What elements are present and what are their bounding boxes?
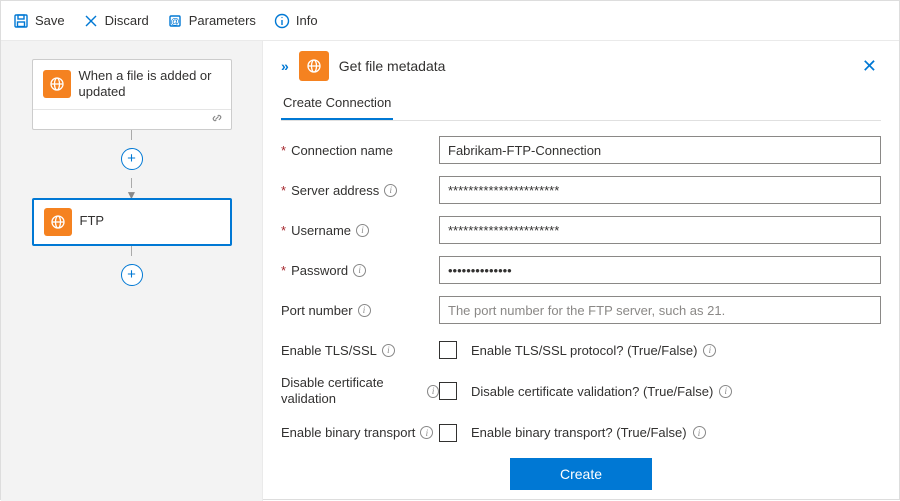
discard-icon (83, 13, 99, 29)
tab-create-connection[interactable]: Create Connection (281, 89, 393, 120)
discard-label: Discard (105, 13, 149, 28)
details-panel: » Get file metadata ✕ Create Connection … (263, 41, 899, 501)
svg-text:@: @ (170, 16, 179, 26)
toolbar: Save Discard @ Parameters Info (1, 1, 899, 41)
tls-label: Enable TLS/SSL (281, 343, 377, 358)
info-icon[interactable]: i (693, 426, 706, 439)
close-button[interactable]: ✕ (858, 52, 881, 81)
parameters-button[interactable]: @ Parameters (167, 13, 256, 29)
info-button[interactable]: Info (274, 13, 318, 29)
panel-title: Get file metadata (339, 58, 848, 74)
ftp-title: FTP (80, 213, 105, 229)
bin-check-label: Enable binary transport? (True/False) (471, 425, 687, 440)
server-label: Server address (291, 183, 379, 198)
password-input[interactable] (439, 256, 881, 284)
connection-icon (211, 112, 223, 127)
port-input[interactable] (439, 296, 881, 324)
info-icon[interactable]: i (353, 264, 366, 277)
discard-button[interactable]: Discard (83, 13, 149, 29)
ftp-trigger-icon (43, 70, 71, 98)
port-label: Port number (281, 303, 353, 318)
info-icon (274, 13, 290, 29)
parameters-icon: @ (167, 13, 183, 29)
workflow-canvas[interactable]: When a file is added or updated + ▼ FTP … (1, 41, 263, 501)
info-icon[interactable]: i (420, 426, 433, 439)
info-label: Info (296, 13, 318, 28)
username-label: Username (291, 223, 351, 238)
add-step-after-button[interactable]: + (121, 264, 143, 286)
info-icon[interactable]: i (703, 344, 716, 357)
bin-label: Enable binary transport (281, 425, 415, 440)
tls-check-label: Enable TLS/SSL protocol? (True/False) (471, 343, 697, 358)
info-icon[interactable]: i (719, 385, 732, 398)
username-input[interactable] (439, 216, 881, 244)
info-icon[interactable]: i (358, 304, 371, 317)
tls-checkbox[interactable] (439, 341, 457, 359)
conn-name-input[interactable] (439, 136, 881, 164)
parameters-label: Parameters (189, 13, 256, 28)
ftp-action-icon (44, 208, 72, 236)
info-icon[interactable]: i (427, 385, 439, 398)
collapse-button[interactable]: » (281, 58, 289, 74)
cert-label: Disable certificate validation (281, 375, 422, 408)
info-icon[interactable]: i (382, 344, 395, 357)
save-icon (13, 13, 29, 29)
conn-name-label: Connection name (291, 143, 393, 158)
info-icon[interactable]: i (356, 224, 369, 237)
server-input[interactable] (439, 176, 881, 204)
bin-checkbox[interactable] (439, 424, 457, 442)
trigger-title: When a file is added or updated (79, 68, 221, 101)
save-label: Save (35, 13, 65, 28)
info-icon[interactable]: i (384, 184, 397, 197)
add-step-button[interactable]: + (121, 148, 143, 170)
ftp-action-node[interactable]: FTP (32, 198, 232, 246)
trigger-node[interactable]: When a file is added or updated (32, 59, 232, 130)
create-button[interactable]: Create (510, 458, 652, 490)
cert-checkbox[interactable] (439, 382, 457, 400)
cert-check-label: Disable certificate validation? (True/Fa… (471, 384, 713, 399)
password-label: Password (291, 263, 348, 278)
panel-icon (299, 51, 329, 81)
save-button[interactable]: Save (13, 13, 65, 29)
